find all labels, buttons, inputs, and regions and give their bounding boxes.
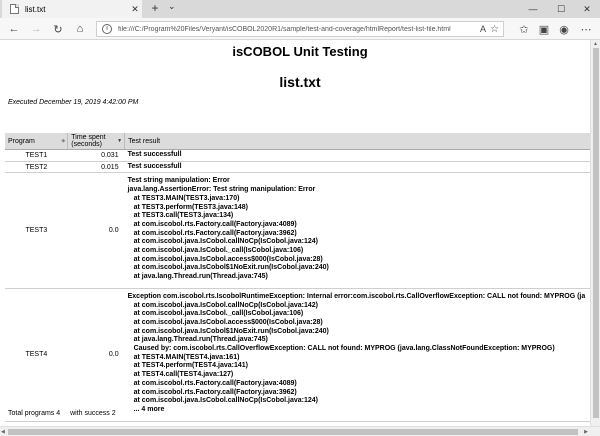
favorites-bar-icon[interactable]: ✩ <box>516 21 532 37</box>
url-text[interactable]: file:///C:/Program%20Files/Veryant/isCOB… <box>118 26 480 33</box>
time-spent-cell: 0.015 <box>67 161 125 174</box>
result-line: at com.iscobol.java.IsCobol$1NoExit.run(… <box>133 264 329 272</box>
result-line: Test successfull <box>127 162 182 170</box>
result-line: Exception com.iscobol.rts.IscobolRuntime… <box>127 292 586 300</box>
result-line: at com.iscobol.java.IsCobol._call(IsCobo… <box>133 247 304 255</box>
favorite-icon[interactable]: ☆ <box>490 24 499 35</box>
result-line: at TEST4.MAIN(TEST4.java:161) <box>133 353 240 361</box>
program-name-cell: TEST2 <box>5 161 68 174</box>
forward-icon[interactable]: → <box>28 21 44 37</box>
result-line: Test string manipulation: Error <box>127 177 230 185</box>
vertical-scrollbar[interactable]: ▲ <box>590 40 600 426</box>
refresh-icon[interactable]: ↻ <box>50 21 66 37</box>
result-line: at com.iscobol.java.IsCobol.callNoCp(IsC… <box>133 397 318 405</box>
collections-icon[interactable]: ▣ <box>536 21 552 37</box>
column-header-label: Time spent (seconds) <box>71 134 106 148</box>
result-line: at TEST3.MAIN(TEST3.java:170) <box>133 194 240 202</box>
maximize-button[interactable]: ☐ <box>548 0 574 18</box>
result-line: at com.iscobol.rts.Factory.call(Factory.… <box>133 220 297 228</box>
vertical-scroll-thumb[interactable] <box>593 48 599 418</box>
result-line: Caused by: com.iscobol.rts.CallOverflowE… <box>133 345 555 353</box>
app-title: isCOBOL Unit Testing <box>232 44 368 59</box>
result-line: at com.iscobol.java.IsCobol.access$000(I… <box>133 318 323 326</box>
result-line: at TEST4.call(TEST4.java:127) <box>133 371 234 379</box>
home-icon[interactable]: ⌂ <box>72 21 88 37</box>
file-icon <box>10 4 19 14</box>
sort-icon: ◆ <box>61 138 66 144</box>
result-line: at com.iscobol.rts.Factory.call(Factory.… <box>133 229 297 237</box>
scroll-up-icon[interactable]: ▲ <box>593 41 598 47</box>
scroll-left-icon[interactable]: ◀ <box>1 429 5 435</box>
result-line: java.lang.AssertionError: Test string ma… <box>127 186 316 194</box>
result-line: at com.iscobol.java.IsCobol$1NoExit.run(… <box>133 327 329 335</box>
result-line: Test successfull <box>127 151 182 158</box>
column-header-program[interactable]: Program ◆ <box>5 133 69 150</box>
page-content: isCOBOL Unit Testing list.txt Executed D… <box>0 40 590 426</box>
horizontal-scrollbar[interactable]: ◀ ▶ <box>0 426 600 436</box>
result-line: at TEST3.call(TEST3.java:134) <box>133 212 234 220</box>
result-line: at com.iscobol.java.IsCobol._call(IsCobo… <box>133 310 304 318</box>
tab-title: list.txt <box>25 4 46 14</box>
close-tab-icon[interactable]: ✕ <box>128 4 142 15</box>
tab-menu-chevron-icon[interactable]: ⌄ <box>168 1 176 12</box>
table-row: TEST3 0.0 Test string manipulation: Error j… <box>5 172 590 289</box>
table-row: TEST2 0.015 Test successfull <box>5 161 590 174</box>
time-spent-cell: 0.0 <box>67 288 125 422</box>
result-line: at TEST3.perform(TEST3.java:148) <box>133 203 248 211</box>
program-name-cell: TEST4 <box>5 288 68 422</box>
test-result-cell: Exception com.iscobol.rts.IscobolRuntime… <box>124 288 590 422</box>
result-line: at com.iscobol.rts.Factory.call(Factory.… <box>133 388 297 396</box>
profile-icon[interactable]: ◉ <box>556 21 572 37</box>
column-header-time[interactable]: Time spent (seconds) ▼ <box>67 133 126 150</box>
scroll-right-icon[interactable]: ▶ <box>584 429 588 435</box>
reader-icon[interactable]: A <box>480 24 486 34</box>
result-line: at com.iscobol.java.IsCobol.callNoCp(IsC… <box>133 238 318 246</box>
result-line: at java.lang.Thread.run(Thread.java:745) <box>133 273 268 281</box>
result-line: at com.iscobol.java.IsCobol.callNoCp(IsC… <box>133 301 318 309</box>
close-window-button[interactable]: ✕ <box>574 0 600 18</box>
navigation-bar: ← → ↻ ⌂ i file:///C:/Program%20Files/Ver… <box>0 18 600 40</box>
address-bar[interactable]: i file:///C:/Program%20Files/Veryant/isC… <box>96 21 504 37</box>
result-line: at com.iscobol.rts.Factory.call(Factory.… <box>133 379 297 387</box>
tab-bar: list.txt ✕ + ⌄ — ☐ ✕ <box>0 0 600 18</box>
summary-success: with success 2 <box>70 410 116 417</box>
test-result-cell: Test string manipulation: Error java.lang… <box>124 172 590 289</box>
result-line: at com.iscobol.java.IsCobol.access$000(I… <box>133 255 323 263</box>
result-line: ... 4 more <box>133 405 165 413</box>
time-spent-cell: 0.0 <box>67 172 125 289</box>
column-header-label: Test result <box>128 137 161 145</box>
table-row: TEST1 0.031 Test successfull <box>5 149 590 162</box>
column-header-result[interactable]: Test result <box>124 133 590 150</box>
results-table: Program ◆ Time spent (seconds) ▼ Test re… <box>5 133 590 422</box>
horizontal-scroll-thumb[interactable] <box>8 429 578 435</box>
summary: Total programs 4 with success 2 <box>8 410 124 417</box>
test-result-cell: Test successfull <box>124 149 590 162</box>
back-icon[interactable]: ← <box>6 21 22 37</box>
more-icon[interactable]: ⋯ <box>578 21 594 37</box>
sort-desc-icon: ▼ <box>117 138 123 144</box>
minimize-button[interactable]: — <box>520 0 546 18</box>
program-name-cell: TEST3 <box>5 172 68 289</box>
info-icon[interactable]: i <box>102 24 112 34</box>
result-line: at TEST4.perform(TEST4.java:141) <box>133 362 248 370</box>
test-result-cell: Test successfull <box>124 161 590 174</box>
file-title: list.txt <box>279 74 321 90</box>
program-name-cell: TEST1 <box>5 149 68 162</box>
summary-total: Total programs 4 <box>8 410 61 417</box>
executed-timestamp: Executed December 19, 2019 4:42:00 PM <box>8 99 139 106</box>
time-spent-cell: 0.031 <box>67 149 125 162</box>
table-row: TEST4 0.0 Exception com.iscobol.rts.Iscobo… <box>5 288 590 422</box>
result-line: at java.lang.Thread.run(Thread.java:745) <box>133 336 268 344</box>
new-tab-button[interactable]: + <box>148 1 162 15</box>
column-header-label: Program <box>8 137 35 145</box>
browser-tab[interactable]: list.txt ✕ <box>2 0 142 18</box>
